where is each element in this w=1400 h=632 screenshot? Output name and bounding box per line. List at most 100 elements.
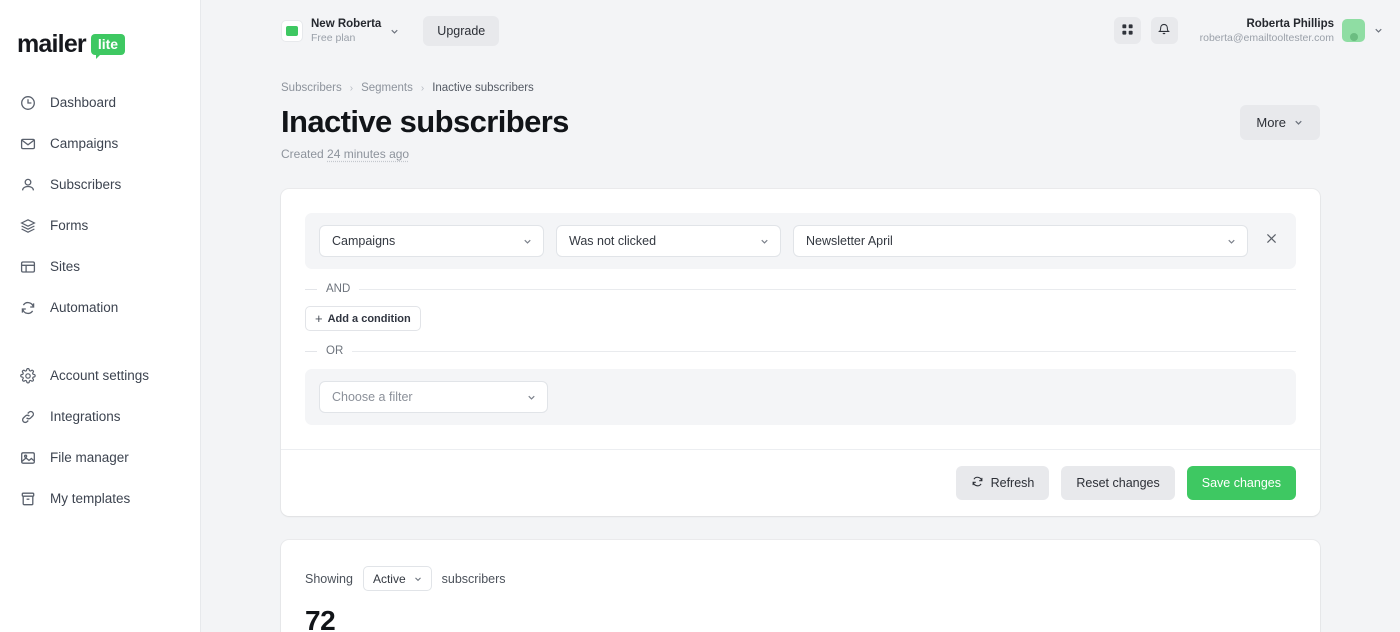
sidebar-item-campaigns[interactable]: Campaigns (0, 123, 200, 164)
account-logo-icon (281, 20, 303, 42)
link-icon (19, 408, 36, 425)
add-condition-button[interactable]: + Add a condition (305, 306, 421, 332)
filter-builder-card: Campaigns Was not clicked Newsletter Apr… (281, 189, 1320, 517)
showing-suffix-label: subscribers (441, 571, 506, 586)
condition-value-select[interactable]: Newsletter April (793, 225, 1248, 258)
choose-filter-select[interactable]: Choose a filter (319, 381, 548, 414)
created-time: 24 minutes ago (327, 147, 410, 162)
sidebar-item-label: Subscribers (50, 177, 122, 192)
user-icon (19, 176, 36, 193)
more-button-label: More (1256, 115, 1286, 130)
or-label: OR (326, 345, 344, 358)
layers-icon (19, 217, 36, 234)
apps-grid-button[interactable] (1113, 17, 1141, 45)
account-name: New Roberta (311, 18, 382, 31)
sidebar-item-file-manager[interactable]: File manager (0, 437, 200, 478)
chevron-down-icon (1373, 25, 1384, 36)
chevron-down-icon (522, 236, 533, 247)
account-switcher[interactable]: New Roberta Free plan (281, 17, 400, 45)
sidebar-item-label: File manager (50, 450, 129, 465)
window-icon (19, 258, 36, 275)
breadcrumb-item-current: Inactive subscribers (432, 82, 534, 94)
sidebar-item-automation[interactable]: Automation (0, 287, 200, 328)
condition-field-select[interactable]: Campaigns (319, 225, 544, 258)
sidebar-item-label: My templates (50, 491, 131, 506)
save-changes-button[interactable]: Save changes (1186, 466, 1296, 501)
sidebar-item-label: Dashboard (50, 95, 117, 110)
logo-text: mailer (17, 29, 87, 58)
gear-icon (19, 367, 36, 384)
or-filter-group: Choose a filter (305, 369, 1296, 426)
sidebar-group-primary: Dashboard Campaigns Subscribers Forms Si… (0, 82, 200, 328)
notifications-button[interactable] (1150, 17, 1178, 45)
account-plan: Free plan (311, 31, 356, 44)
subscriber-status-select[interactable]: Active (362, 566, 432, 592)
logo-badge: lite (90, 33, 126, 59)
app-root: mailer lite Dashboard Campaigns Subscrib… (0, 0, 1400, 632)
bell-icon (1157, 22, 1171, 39)
page-subtitle: Created 24 minutes ago (281, 147, 569, 161)
sidebar-item-label: Sites (50, 259, 81, 274)
breadcrumb-item-subscribers[interactable]: Subscribers (281, 82, 342, 94)
chevron-right-icon: › (420, 82, 425, 94)
sidebar-item-account-settings[interactable]: Account settings (0, 355, 200, 396)
refresh-icon (19, 299, 36, 316)
sidebar-group-secondary: Account settings Integrations File manag… (0, 355, 200, 519)
sidebar-item-sites[interactable]: Sites (0, 246, 200, 287)
sidebar-nav: Dashboard Campaigns Subscribers Forms Si… (0, 60, 200, 519)
showing-prefix-label: Showing (305, 571, 353, 586)
add-condition-label: Add a condition (327, 312, 411, 325)
app-logo[interactable]: mailer lite (0, 0, 200, 60)
sidebar-item-label: Campaigns (50, 136, 119, 151)
sidebar-item-my-templates[interactable]: My templates (0, 478, 200, 519)
subscriber-count: 72 (305, 605, 336, 632)
and-label: AND (326, 283, 351, 296)
remove-condition-button[interactable] (1260, 230, 1282, 252)
upgrade-button[interactable]: Upgrade (423, 16, 500, 46)
condition-operator-value: Was not clicked (569, 234, 657, 249)
breadcrumb: Subscribers › Segments › Inactive subscr… (281, 62, 1320, 94)
condition-value-text: Newsletter April (806, 234, 893, 249)
grid-icon (1121, 23, 1134, 39)
subscribers-summary-body: Showing Active subscribers 72 (281, 540, 1320, 632)
main-area: New Roberta Free plan Upgrade Roberta Ph… (201, 0, 1400, 632)
more-button[interactable]: More (1240, 105, 1320, 140)
page-content: Subscribers › Segments › Inactive subscr… (201, 62, 1400, 632)
user-menu[interactable]: Roberta Phillips roberta@emailtooltester… (1200, 17, 1384, 46)
chevron-down-icon (1293, 117, 1304, 128)
chevron-down-icon (759, 236, 770, 247)
sidebar-item-label: Integrations (50, 409, 121, 424)
avatar (1342, 19, 1365, 43)
refresh-button-label: Refresh (990, 476, 1035, 491)
refresh-button[interactable]: Refresh (955, 466, 1050, 501)
chevron-down-icon (389, 26, 400, 37)
sidebar-item-label: Account settings (50, 368, 150, 383)
subscribers-summary-card: Showing Active subscribers 72 (281, 540, 1320, 632)
topbar: New Roberta Free plan Upgrade Roberta Ph… (201, 0, 1400, 62)
page-title: Inactive subscribers (281, 104, 569, 139)
sidebar-item-forms[interactable]: Forms (0, 205, 200, 246)
and-separator: AND (305, 283, 1296, 295)
archive-icon (19, 490, 36, 507)
created-prefix: Created (281, 147, 328, 162)
sidebar-item-integrations[interactable]: Integrations (0, 396, 200, 437)
sidebar-item-subscribers[interactable]: Subscribers (0, 164, 200, 205)
chevron-down-icon (1226, 236, 1237, 247)
refresh-icon (971, 475, 984, 491)
plus-icon: + (315, 311, 323, 327)
sidebar-item-dashboard[interactable]: Dashboard (0, 82, 200, 123)
envelope-icon (19, 135, 36, 152)
sidebar: mailer lite Dashboard Campaigns Subscrib… (0, 0, 201, 632)
showing-row: Showing Active subscribers (305, 566, 1296, 592)
condition-field-value: Campaigns (332, 234, 396, 249)
chevron-right-icon: › (349, 82, 354, 94)
sidebar-item-label: Automation (50, 300, 119, 315)
breadcrumb-item-segments[interactable]: Segments (361, 82, 413, 94)
condition-operator-select[interactable]: Was not clicked (556, 225, 781, 258)
reset-changes-button[interactable]: Reset changes (1061, 466, 1175, 501)
filter-condition-row: Campaigns Was not clicked Newsletter Apr… (305, 213, 1296, 270)
choose-filter-value: Choose a filter (332, 390, 413, 405)
chevron-down-icon (526, 392, 537, 403)
image-icon (19, 449, 36, 466)
page-header: Inactive subscribers Created 24 minutes … (281, 104, 1320, 161)
